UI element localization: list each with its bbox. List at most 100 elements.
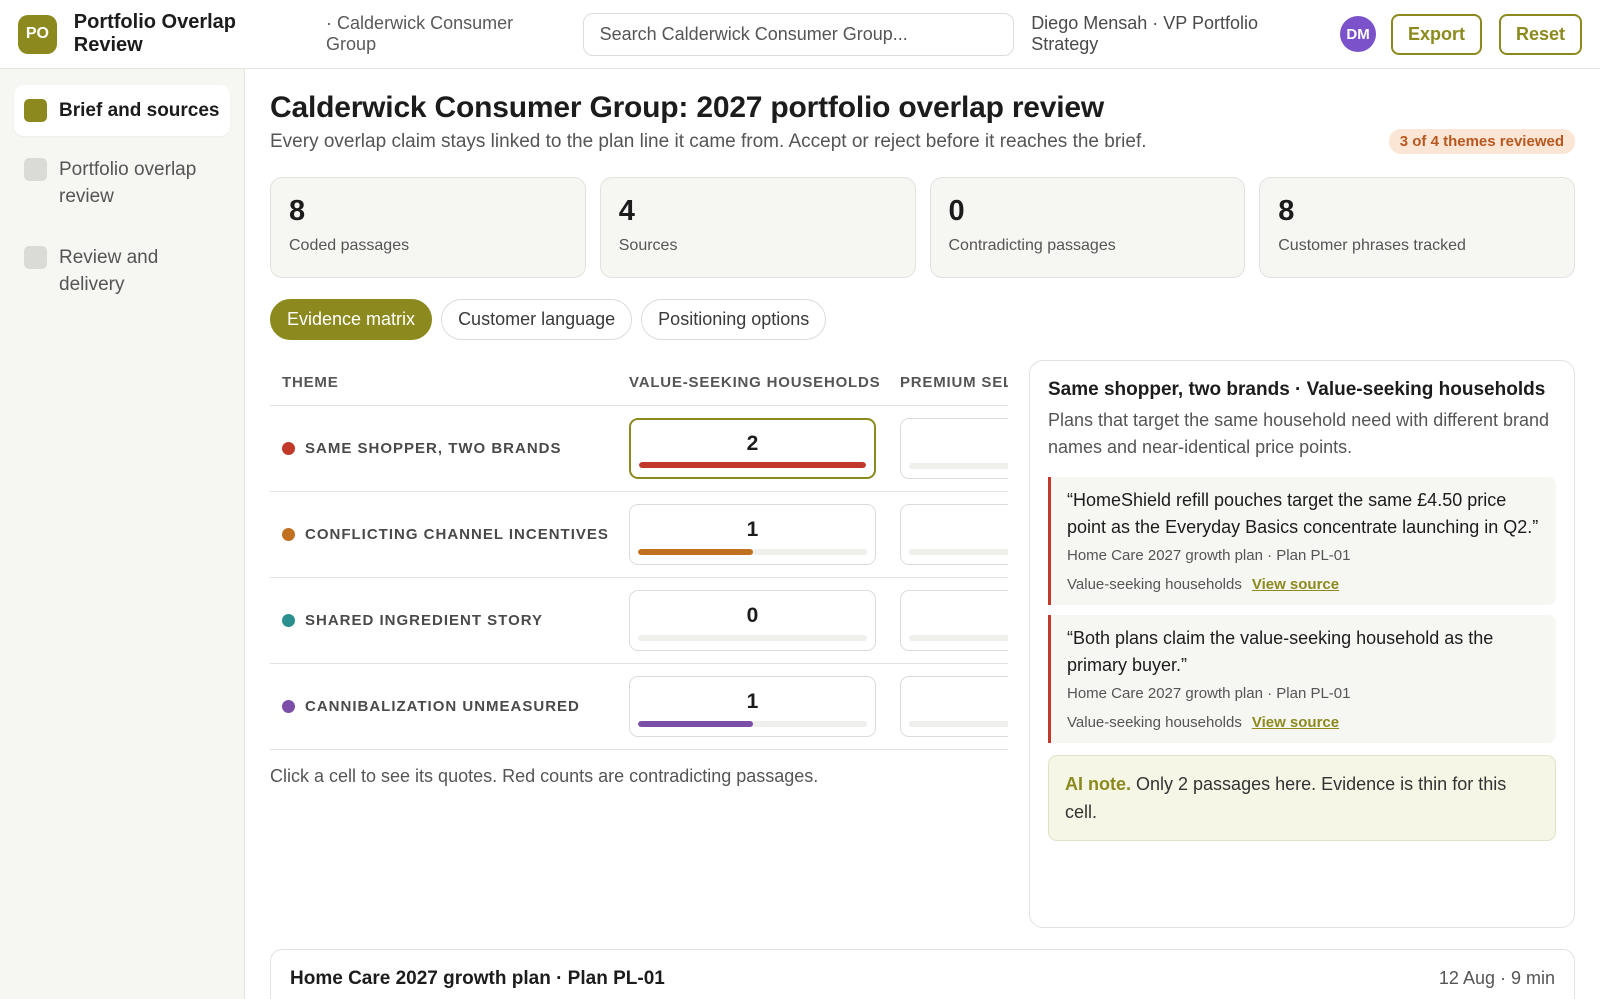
app-logo: PO bbox=[18, 14, 57, 54]
stat-value: 8 bbox=[1278, 195, 1295, 227]
sidebar-item-label: Brief and sources bbox=[59, 100, 220, 121]
theme-cell: SHARED INGREDIENT STORY bbox=[270, 612, 629, 629]
step-checkbox-icon bbox=[24, 158, 47, 181]
theme-dot-icon bbox=[282, 614, 295, 627]
ai-note-label: AI note. bbox=[1065, 774, 1131, 794]
cell-count: 1 bbox=[746, 690, 759, 713]
stat-label: Contradicting passages bbox=[948, 237, 1116, 254]
value-column-cell: 1 bbox=[629, 676, 900, 737]
stat-label: Sources bbox=[618, 237, 678, 254]
sidebar-item-label: Portfolio overlap review bbox=[59, 159, 197, 207]
matrix-row-conflicting-channel-incentives: CONFLICTING CHANNEL INCENTIVES 1 bbox=[270, 492, 1008, 578]
column-header-value-seeking-households: VALUE-SEEKING HOUSEHOLDS bbox=[629, 373, 881, 391]
panel-title: Same shopper, two brands · Value-seeking… bbox=[1048, 379, 1546, 400]
cell-bar-fill bbox=[638, 549, 753, 555]
sidebar-item-review-and-delivery[interactable]: Review and delivery bbox=[14, 230, 230, 312]
app-title: Portfolio Overlap Review bbox=[73, 11, 237, 56]
matrix-cell-value-seeking[interactable]: 2 bbox=[629, 418, 876, 479]
source-title: Home Care 2027 growth plan · Plan PL-01 bbox=[290, 968, 665, 989]
matrix-row-shared-ingredient-story: SHARED INGREDIENT STORY 0 bbox=[270, 578, 1008, 664]
evidence-matrix: THEME VALUE-SEEKING HOUSEHOLDS PREMIUM S… bbox=[270, 359, 1008, 750]
quote-segment: Value-seeking households bbox=[1067, 576, 1242, 593]
status-badge: 3 of 4 themes reviewed bbox=[1388, 129, 1575, 154]
cell-bar-track bbox=[638, 549, 867, 555]
sidebar: Brief and sources Portfolio overlap revi… bbox=[0, 69, 245, 999]
matrix-hint: Click a cell to see its quotes. Red coun… bbox=[270, 766, 819, 786]
sidebar-item-portfolio-overlap-review[interactable]: Portfolio overlap review bbox=[14, 142, 230, 224]
cell-bar-track bbox=[638, 721, 867, 727]
search-input[interactable] bbox=[582, 12, 1015, 56]
premium-column-cell bbox=[900, 590, 1008, 651]
theme-cell: CONFLICTING CHANNEL INCENTIVES bbox=[270, 526, 629, 543]
panel-description: Plans that target the same household nee… bbox=[1048, 410, 1550, 457]
quote-meta: Value-seeking households View source bbox=[1067, 576, 1540, 593]
sidebar-item-brief-and-sources[interactable]: Brief and sources bbox=[14, 85, 230, 136]
matrix-cell-premium[interactable] bbox=[900, 590, 1008, 651]
avatar[interactable]: DM bbox=[1340, 16, 1376, 52]
value-column-cell: 1 bbox=[629, 504, 900, 565]
matrix-cell-premium[interactable] bbox=[900, 504, 1008, 565]
quote-card: “HomeShield refill pouches target the sa… bbox=[1048, 477, 1556, 605]
page-subtitle: Every overlap claim stays linked to the … bbox=[270, 131, 1147, 152]
matrix-row-cannibalization-unmeasured: CANNIBALIZATION UNMEASURED 1 bbox=[270, 664, 1008, 750]
cell-count: 0 bbox=[746, 604, 759, 627]
top-bar: PO Portfolio Overlap Review · Calderwick… bbox=[0, 0, 1600, 69]
theme-dot-icon bbox=[282, 700, 295, 713]
cell-bar-track bbox=[909, 463, 1008, 469]
stat-card-customer-phrases: 8 Customer phrases tracked bbox=[1259, 177, 1575, 278]
matrix-cell-value-seeking[interactable]: 1 bbox=[629, 676, 876, 737]
page-title: Calderwick Consumer Group: 2027 portfoli… bbox=[270, 91, 1105, 124]
cell-count: 1 bbox=[746, 518, 759, 541]
theme-name: CANNIBALIZATION UNMEASURED bbox=[305, 698, 580, 715]
stats-row: 8 Coded passages 4 Sources 0 Contradicti… bbox=[270, 177, 1575, 278]
cell-detail-panel: Same shopper, two brands · Value-seeking… bbox=[1029, 360, 1575, 928]
quote-text: “HomeShield refill pouches target the sa… bbox=[1067, 490, 1539, 537]
stat-card-coded-passages: 8 Coded passages bbox=[270, 177, 586, 278]
cell-bar-track bbox=[638, 635, 867, 641]
theme-cell: SAME SHOPPER, TWO BRANDS bbox=[270, 440, 629, 457]
ai-note-text: Only 2 passages here. Evidence is thin f… bbox=[1065, 774, 1507, 822]
reset-button[interactable]: Reset bbox=[1498, 13, 1583, 55]
matrix-cell-value-seeking[interactable]: 1 bbox=[629, 504, 876, 565]
cell-bar-fill bbox=[638, 721, 753, 727]
stat-card-contradicting-passages: 0 Contradicting passages bbox=[929, 177, 1246, 278]
theme-name: CONFLICTING CHANNEL INCENTIVES bbox=[305, 526, 609, 543]
matrix-cell-value-seeking[interactable]: 0 bbox=[629, 590, 876, 651]
stat-label: Customer phrases tracked bbox=[1278, 237, 1466, 254]
value-column-cell: 0 bbox=[629, 590, 900, 651]
view-tabs: Evidence matrix Customer language Positi… bbox=[270, 299, 827, 340]
theme-dot-icon bbox=[282, 528, 295, 541]
quote-text: “Both plans claim the value-seeking hous… bbox=[1067, 628, 1494, 675]
theme-name: SAME SHOPPER, TWO BRANDS bbox=[305, 440, 562, 457]
step-checkbox-icon bbox=[24, 99, 47, 122]
cell-bar-track bbox=[639, 462, 866, 468]
source-meta: 12 Aug · 9 min bbox=[1438, 968, 1555, 988]
quote-segment: Value-seeking households bbox=[1067, 714, 1242, 731]
step-checkbox-icon bbox=[24, 246, 47, 269]
sidebar-item-label: Review and delivery bbox=[59, 247, 159, 295]
cell-count: 2 bbox=[746, 432, 759, 455]
main-content: Calderwick Consumer Group: 2027 portfoli… bbox=[270, 69, 1575, 999]
org-breadcrumb[interactable]: · Calderwick Consumer Group bbox=[326, 13, 567, 55]
matrix-cell-premium[interactable] bbox=[900, 418, 1008, 479]
tab-positioning-options[interactable]: Positioning options bbox=[641, 299, 827, 340]
stat-value: 4 bbox=[618, 195, 635, 227]
source-card[interactable]: Home Care 2027 growth plan · Plan PL-01 … bbox=[270, 949, 1575, 999]
theme-dot-icon bbox=[282, 442, 295, 455]
tab-evidence-matrix[interactable]: Evidence matrix bbox=[270, 299, 433, 340]
view-source-link[interactable]: View source bbox=[1252, 576, 1339, 593]
export-button[interactable]: Export bbox=[1390, 13, 1482, 55]
premium-column-cell bbox=[900, 676, 1008, 737]
ai-note: AI note. Only 2 passages here. Evidence … bbox=[1048, 755, 1556, 841]
matrix-cell-premium[interactable] bbox=[900, 676, 1008, 737]
quote-meta: Value-seeking households View source bbox=[1067, 714, 1540, 731]
value-column-cell: 2 bbox=[629, 418, 900, 479]
cell-bar-track bbox=[909, 635, 1008, 641]
user-name: Diego Mensah · VP Portfolio Strategy bbox=[1031, 13, 1258, 54]
theme-name: SHARED INGREDIENT STORY bbox=[305, 612, 544, 629]
cell-bar-fill bbox=[639, 462, 866, 468]
stat-value: 0 bbox=[948, 195, 965, 227]
tab-customer-language[interactable]: Customer language bbox=[441, 299, 633, 340]
stat-card-sources: 4 Sources bbox=[599, 177, 916, 278]
view-source-link[interactable]: View source bbox=[1252, 714, 1339, 731]
